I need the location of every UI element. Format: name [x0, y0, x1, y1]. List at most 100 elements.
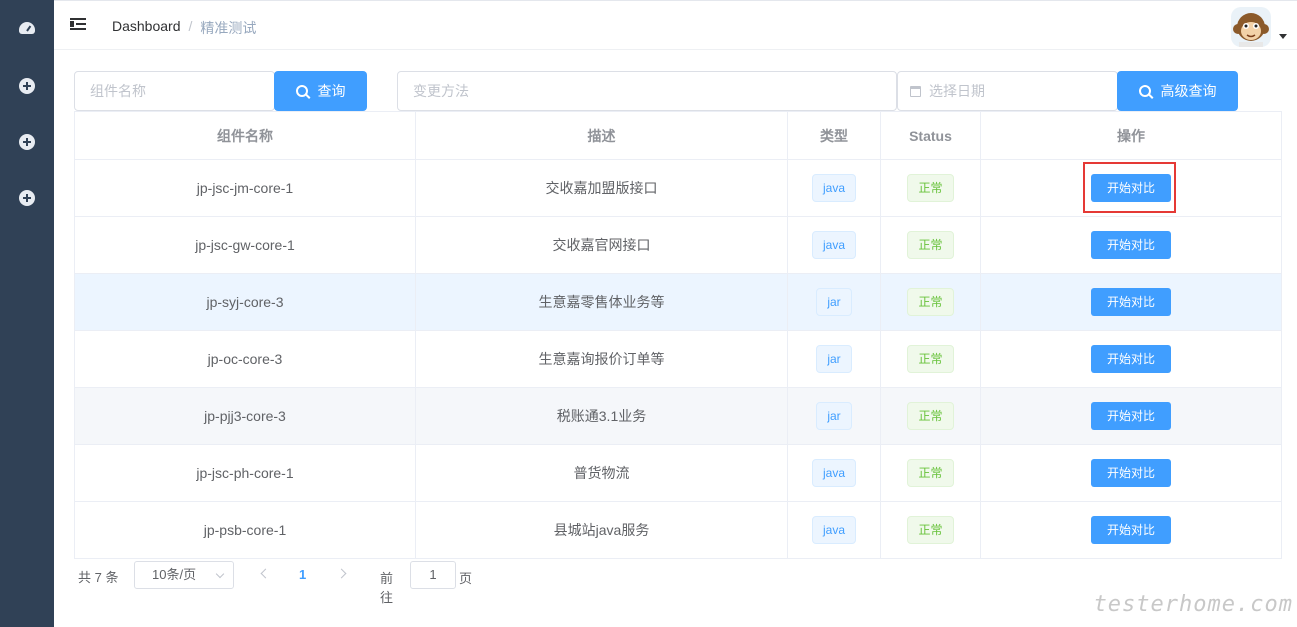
- cell-status: 正常: [880, 501, 981, 559]
- cell-actions: 开始对比: [980, 330, 1282, 388]
- navbar: Dashboard / 精准测试: [54, 0, 1297, 50]
- monkey-avatar-icon: [1233, 13, 1269, 47]
- status-badge: 正常: [907, 231, 954, 259]
- cell-type: java: [787, 501, 881, 559]
- sidebar: [0, 0, 54, 627]
- pagination-total: 共 7 条: [78, 570, 119, 585]
- start-compare-button[interactable]: 开始对比: [1091, 402, 1171, 430]
- header-status: Status: [880, 111, 981, 160]
- cell-type: jar: [787, 273, 881, 331]
- start-compare-button[interactable]: 开始对比: [1091, 288, 1171, 316]
- avatar[interactable]: [1231, 7, 1271, 47]
- page-suffix-label: 页: [459, 571, 473, 586]
- cell-actions: 开始对比: [980, 216, 1282, 274]
- menu-plus-icon-2[interactable]: [19, 134, 35, 150]
- cell-status: 正常: [880, 387, 981, 445]
- cell-component-name: jp-psb-core-1: [74, 501, 416, 559]
- dashboard-icon[interactable]: [19, 22, 35, 34]
- cell-status: 正常: [880, 159, 981, 217]
- prev-page-icon[interactable]: [260, 568, 271, 579]
- calendar-icon: [910, 86, 921, 97]
- start-compare-button[interactable]: 开始对比: [1091, 345, 1171, 373]
- page-size-select[interactable]: 10条/页: [134, 561, 234, 589]
- table-row: jp-syj-core-3 生意嘉零售体业务等 jar 正常 开始对比: [74, 273, 1282, 331]
- next-page-icon[interactable]: [336, 568, 347, 579]
- cell-description: 普货物流: [415, 444, 788, 502]
- chevron-down-icon: [215, 569, 225, 579]
- cell-component-name: jp-jsc-jm-core-1: [74, 159, 416, 217]
- cell-type: java: [787, 444, 881, 502]
- status-badge: 正常: [907, 288, 954, 316]
- cell-actions: 开始对比: [980, 444, 1282, 502]
- start-compare-button[interactable]: 开始对比: [1091, 516, 1171, 544]
- table-header-row: 组件名称 描述 类型 Status 操作: [74, 111, 1282, 160]
- status-badge: 正常: [907, 516, 954, 544]
- query-button-label: 查询: [317, 83, 346, 99]
- component-name-placeholder: 组件名称: [90, 83, 146, 99]
- header-actions: 操作: [980, 111, 1282, 160]
- table-row: jp-jsc-ph-core-1 普货物流 java 正常 开始对比: [74, 444, 1282, 502]
- cell-actions: 开始对比: [980, 387, 1282, 445]
- search-icon: [295, 85, 308, 97]
- component-table: 组件名称 描述 类型 Status 操作 jp-jsc-jm-core-1 交收…: [74, 111, 1282, 559]
- type-tag: java: [811, 174, 856, 202]
- cell-status: 正常: [880, 444, 981, 502]
- goto-label: 前往: [380, 571, 394, 605]
- cell-description: 交收嘉加盟版接口: [415, 159, 788, 217]
- header-component-name: 组件名称: [74, 111, 416, 160]
- goto-page-input[interactable]: 1: [410, 561, 456, 589]
- cell-component-name: jp-jsc-ph-core-1: [74, 444, 416, 502]
- breadcrumb-separator: /: [188, 18, 193, 34]
- cell-component-name: jp-pjj3-core-3: [74, 387, 416, 445]
- status-badge: 正常: [907, 174, 954, 202]
- status-badge: 正常: [907, 459, 954, 487]
- cell-description: 生意嘉询报价订单等: [415, 330, 788, 388]
- type-tag: java: [811, 231, 856, 259]
- header-description: 描述: [415, 111, 788, 160]
- start-compare-button[interactable]: 开始对比: [1091, 174, 1171, 202]
- cell-component-name: jp-jsc-gw-core-1: [74, 216, 416, 274]
- table-row: jp-psb-core-1 县城站java服务 java 正常 开始对比: [74, 501, 1282, 559]
- menu-plus-icon-3[interactable]: [19, 190, 35, 206]
- cell-description: 生意嘉零售体业务等: [415, 273, 788, 331]
- table-row: jp-oc-core-3 生意嘉询报价订单等 jar 正常 开始对比: [74, 330, 1282, 388]
- cell-actions: 开始对比: [980, 501, 1282, 559]
- component-name-input[interactable]: 组件名称: [74, 71, 275, 111]
- table-row: jp-pjj3-core-3 税账通3.1业务 jar 正常 开始对比: [74, 387, 1282, 445]
- table-row: jp-jsc-jm-core-1 交收嘉加盟版接口 java 正常 开始对比: [74, 159, 1282, 217]
- type-tag: jar: [816, 345, 852, 373]
- header-type: 类型: [787, 111, 881, 160]
- start-compare-button[interactable]: 开始对比: [1091, 459, 1171, 487]
- date-placeholder: 选择日期: [929, 83, 985, 99]
- current-page-number[interactable]: 1: [299, 567, 306, 582]
- cell-actions: 开始对比: [980, 159, 1282, 217]
- watermark: testerhome.com: [1093, 592, 1293, 617]
- search-icon: [1138, 85, 1151, 97]
- advanced-query-button[interactable]: 高级查询: [1117, 71, 1238, 111]
- date-picker-input[interactable]: 选择日期: [897, 71, 1118, 111]
- cell-status: 正常: [880, 216, 981, 274]
- cell-component-name: jp-oc-core-3: [74, 330, 416, 388]
- page-size-value: 10条/页: [152, 567, 197, 582]
- status-badge: 正常: [907, 345, 954, 373]
- cell-component-name: jp-syj-core-3: [74, 273, 416, 331]
- start-compare-button[interactable]: 开始对比: [1091, 231, 1171, 259]
- change-method-placeholder: 变更方法: [413, 83, 469, 99]
- cell-status: 正常: [880, 330, 981, 388]
- type-tag: jar: [816, 288, 852, 316]
- cell-type: java: [787, 159, 881, 217]
- cell-type: jar: [787, 330, 881, 388]
- status-badge: 正常: [907, 402, 954, 430]
- cell-type: java: [787, 216, 881, 274]
- type-tag: java: [811, 459, 856, 487]
- breadcrumb-home[interactable]: Dashboard: [112, 18, 181, 38]
- type-tag: java: [811, 516, 856, 544]
- hamburger-icon[interactable]: [70, 17, 88, 33]
- breadcrumb-current: 精准测试: [200, 20, 257, 36]
- query-button[interactable]: 查询: [274, 71, 367, 111]
- cell-actions: 开始对比: [980, 273, 1282, 331]
- menu-plus-icon-1[interactable]: [19, 78, 35, 94]
- change-method-input[interactable]: 变更方法: [397, 71, 897, 111]
- chevron-down-icon[interactable]: [1279, 34, 1287, 39]
- cell-description: 税账通3.1业务: [415, 387, 788, 445]
